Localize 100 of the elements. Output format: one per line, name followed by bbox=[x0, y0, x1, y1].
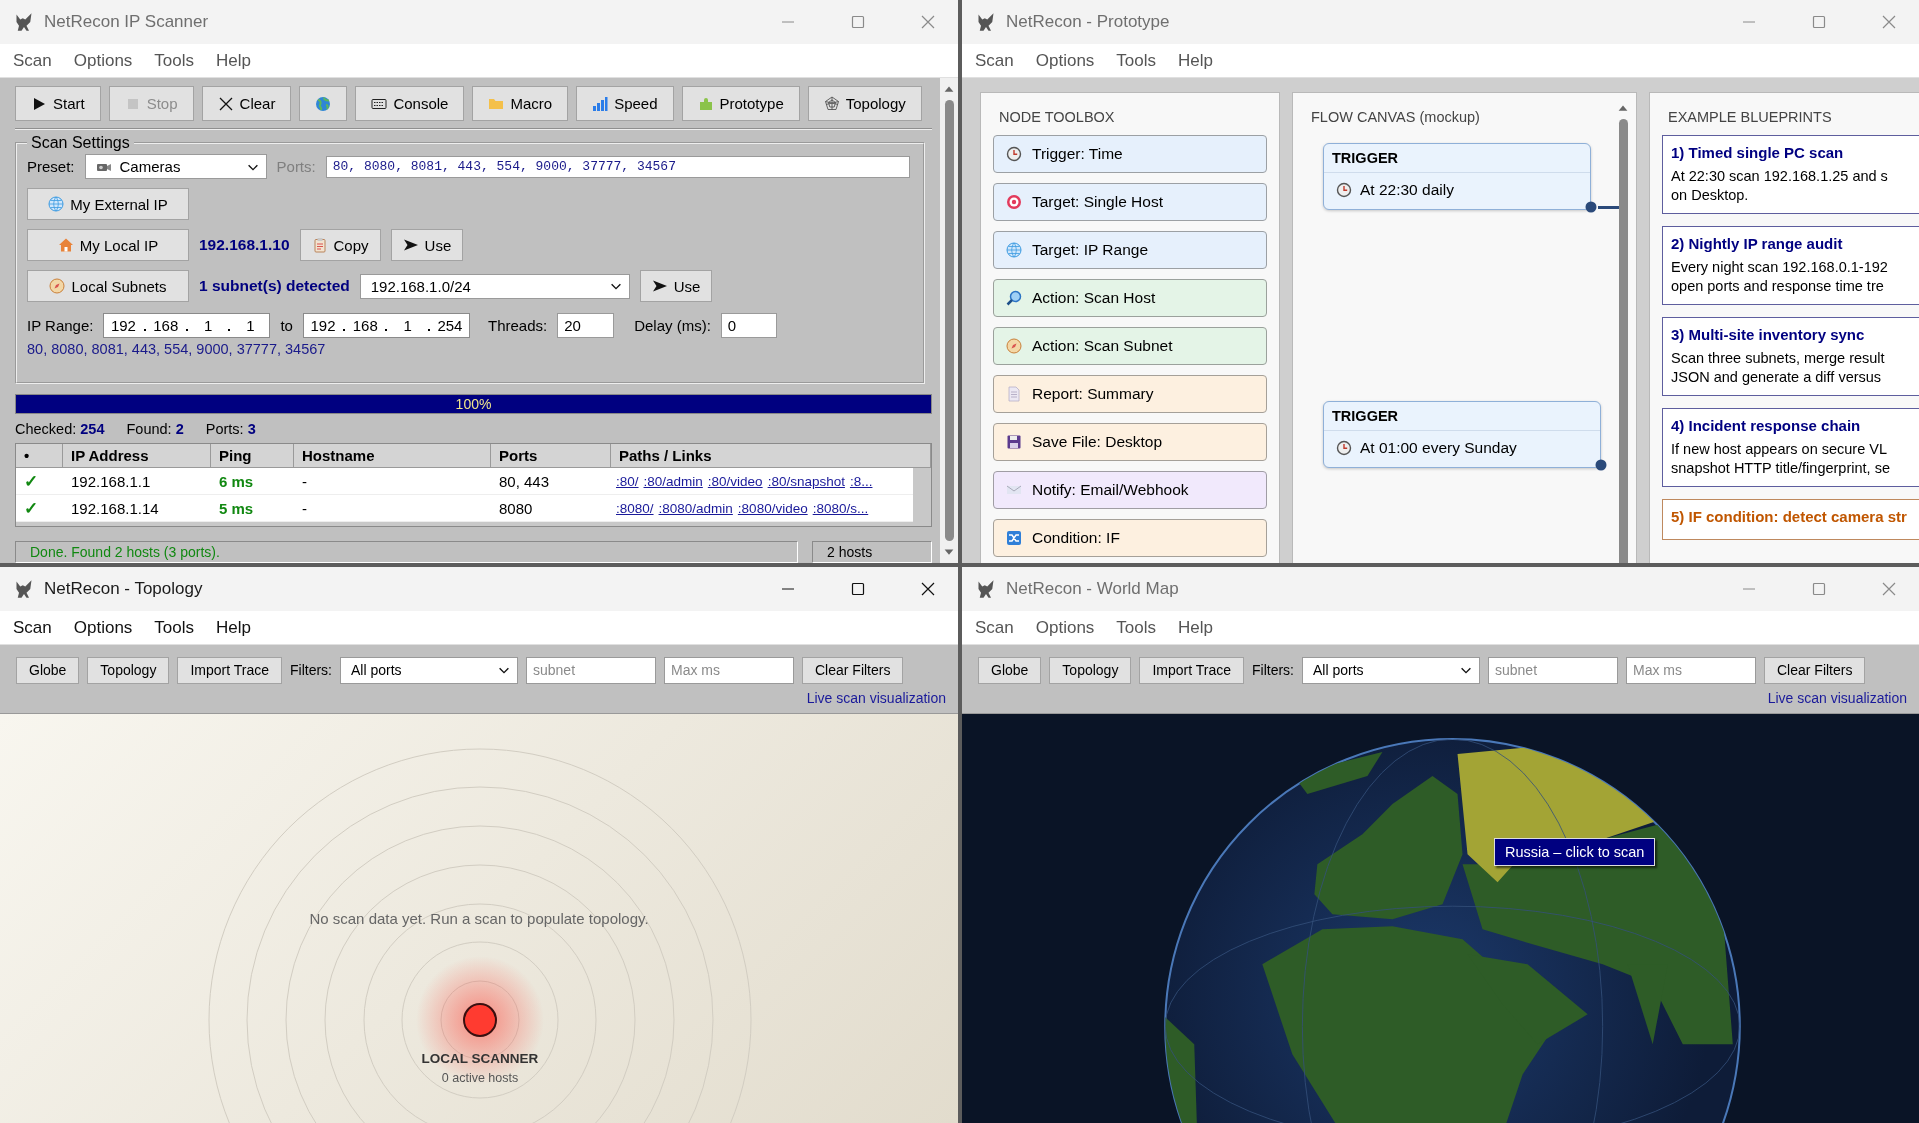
blueprint-card[interactable]: 5) IF condition: detect camera str bbox=[1662, 499, 1919, 540]
shuffle-icon bbox=[1006, 530, 1022, 546]
menu-item[interactable]: Tools bbox=[1105, 617, 1168, 638]
toolbox-node[interactable]: Target: Single Host bbox=[993, 183, 1267, 221]
local-ip-button[interactable]: My Local IP bbox=[27, 229, 189, 261]
menu-item[interactable]: Options bbox=[1024, 617, 1106, 638]
connector-line bbox=[1598, 206, 1620, 209]
clear-filters-button[interactable]: Clear Filters bbox=[802, 656, 904, 684]
toolbox-node[interactable]: Action: Scan Host bbox=[993, 279, 1267, 317]
toolbox-node[interactable]: Save File: Desktop bbox=[993, 423, 1267, 461]
link[interactable]: :80/admin bbox=[643, 473, 703, 489]
preset-dropdown[interactable]: Cameras bbox=[84, 154, 267, 179]
max-ms-field[interactable]: Max ms bbox=[1626, 656, 1756, 684]
window-title: NetRecon - Topology bbox=[44, 579, 203, 599]
blueprint-card[interactable]: 1) Timed single PC scan At 22:30 scan 192.168.1.25 and s on Desktop. bbox=[1662, 135, 1919, 214]
table-cell: 6 ms bbox=[211, 468, 294, 496]
menu-item[interactable]: Help bbox=[205, 617, 262, 638]
blueprint-text: At 22:30 scan 192.168.1.25 and s bbox=[1671, 167, 1889, 186]
globe-button[interactable] bbox=[299, 86, 348, 121]
link[interactable]: :8080/admin bbox=[658, 500, 733, 516]
link[interactable]: :80/ bbox=[616, 473, 639, 489]
clear-button[interactable]: Clear bbox=[201, 86, 292, 121]
globe-button[interactable]: Globe bbox=[978, 656, 1042, 684]
table-cell: 192.168.1.14 bbox=[63, 495, 211, 523]
subnet-field[interactable]: subnet bbox=[1488, 656, 1618, 684]
port-icon[interactable] bbox=[1585, 201, 1597, 213]
toolbox-node[interactable]: Target: IP Range bbox=[993, 231, 1267, 269]
topology-button[interactable]: Topology bbox=[807, 86, 922, 121]
status-check: ✓ bbox=[16, 468, 63, 496]
globe-button[interactable]: Globe bbox=[16, 656, 80, 684]
ports-field[interactable]: 80, 8080, 8081, 443, 554, 9000, 37777, 34567 bbox=[325, 155, 910, 178]
topology-button[interactable]: Topology bbox=[1049, 656, 1132, 684]
link[interactable]: :8080/s... bbox=[812, 500, 869, 516]
maximize-icon[interactable] bbox=[850, 581, 866, 597]
blueprint-title: 2) Nightly IP range audit bbox=[1671, 235, 1844, 252]
toolbox-node[interactable]: Condition: IF bbox=[993, 519, 1267, 557]
scrollbar-thumb[interactable] bbox=[1618, 119, 1628, 563]
menu-item[interactable]: Scan bbox=[964, 617, 1025, 638]
threads-field[interactable]: 20 bbox=[557, 313, 615, 338]
globe-icon bbox=[315, 95, 332, 112]
subnet-field[interactable]: subnet bbox=[526, 656, 656, 684]
blueprint-card[interactable]: 2) Nightly IP range audit Every night scan 192.168.0.1-192 open ports and response time tre bbox=[1662, 226, 1919, 305]
flow-node[interactable]: TRIGGER At 22:30 daily bbox=[1323, 143, 1591, 210]
port-icon[interactable] bbox=[1595, 459, 1607, 471]
ip-end-field[interactable]: 192 168 1 254 bbox=[302, 313, 470, 338]
console-button[interactable]: Console bbox=[355, 86, 465, 121]
import-trace-button[interactable]: Import Trace bbox=[1139, 656, 1244, 684]
menu-item[interactable]: Tools bbox=[143, 50, 206, 71]
live-visualization-link[interactable]: Live scan visualization bbox=[1767, 690, 1907, 713]
macro-button[interactable]: Macro bbox=[472, 86, 569, 121]
blueprint-card[interactable]: 3) Multi-site inventory sync Scan three subnets, merge result JSON and generate a diff versus bbox=[1662, 317, 1919, 396]
live-visualization-link[interactable]: Live scan visualization bbox=[806, 690, 946, 713]
prototype-button[interactable]: Prototype bbox=[681, 86, 800, 121]
start-button[interactable]: Start bbox=[15, 86, 101, 121]
external-ip-button[interactable]: My External IP bbox=[27, 188, 189, 220]
flow-node[interactable]: TRIGGER At 01:00 every Sunday bbox=[1323, 401, 1601, 468]
menu-item[interactable]: Help bbox=[1167, 617, 1224, 638]
globe-icon bbox=[48, 196, 65, 212]
import-trace-button[interactable]: Import Trace bbox=[177, 656, 282, 684]
toolbox-node[interactable]: Report: Summary bbox=[993, 375, 1267, 413]
blueprint-card[interactable]: 4) Incident response chain If new host appears on secure VL snapshot HTTP title/fingerprint, se bbox=[1662, 408, 1919, 487]
menu-item[interactable]: Scan bbox=[2, 50, 63, 71]
ports-filter-dropdown[interactable]: All ports bbox=[340, 656, 518, 684]
menu-item[interactable]: Scan bbox=[2, 617, 63, 638]
link[interactable]: :8080/video bbox=[737, 500, 808, 516]
scrollbar-thumb[interactable] bbox=[944, 100, 954, 541]
toolbox-node[interactable]: Action: Scan Subnet bbox=[993, 327, 1267, 365]
subnet-dropdown[interactable]: 192.168.1.0/24 bbox=[359, 273, 630, 299]
link[interactable]: :80/video bbox=[707, 473, 763, 489]
link[interactable]: :8... bbox=[849, 473, 873, 489]
menu-item[interactable]: Options bbox=[62, 617, 144, 638]
menu-item[interactable]: Options bbox=[1024, 50, 1106, 71]
speed-button[interactable]: Speed bbox=[576, 86, 674, 121]
menu-item[interactable]: Help bbox=[1167, 50, 1224, 71]
use-button[interactable]: Use bbox=[639, 270, 713, 302]
host-count: 2 hosts bbox=[812, 541, 932, 563]
close-icon[interactable] bbox=[920, 581, 936, 597]
copy-button[interactable]: Copy bbox=[299, 229, 381, 261]
delay-field[interactable]: 0 bbox=[720, 313, 777, 338]
arrow-icon bbox=[651, 278, 668, 294]
column-header: • bbox=[16, 444, 63, 469]
field-label: Preset: bbox=[27, 158, 75, 175]
clear-filters-button[interactable]: Clear Filters bbox=[1764, 656, 1866, 684]
use-button[interactable]: Use bbox=[390, 229, 464, 261]
menu-item[interactable]: Tools bbox=[143, 617, 206, 638]
ip-start-field[interactable]: 192 168 1 1 bbox=[103, 313, 271, 338]
local-subnets-button[interactable]: Local Subnets bbox=[27, 270, 189, 302]
max-ms-field[interactable]: Max ms bbox=[664, 656, 794, 684]
menu-item[interactable]: Scan bbox=[964, 50, 1025, 71]
stat-text: Checked: 254 bbox=[15, 421, 105, 438]
menu-item[interactable]: Help bbox=[205, 50, 262, 71]
toolbox-node[interactable]: Trigger: Time bbox=[993, 135, 1267, 173]
menu-item[interactable]: Options bbox=[62, 50, 144, 71]
menu-item[interactable]: Tools bbox=[1105, 50, 1168, 71]
toolbox-node[interactable]: Notify: Email/Webhook bbox=[993, 471, 1267, 509]
link[interactable]: :80/snapshot bbox=[767, 473, 845, 489]
link[interactable]: :8080/ bbox=[616, 500, 654, 516]
ports-filter-dropdown[interactable]: All ports bbox=[1302, 656, 1480, 684]
topology-button[interactable]: Topology bbox=[87, 656, 170, 684]
column-header: Paths / Links bbox=[611, 444, 931, 469]
